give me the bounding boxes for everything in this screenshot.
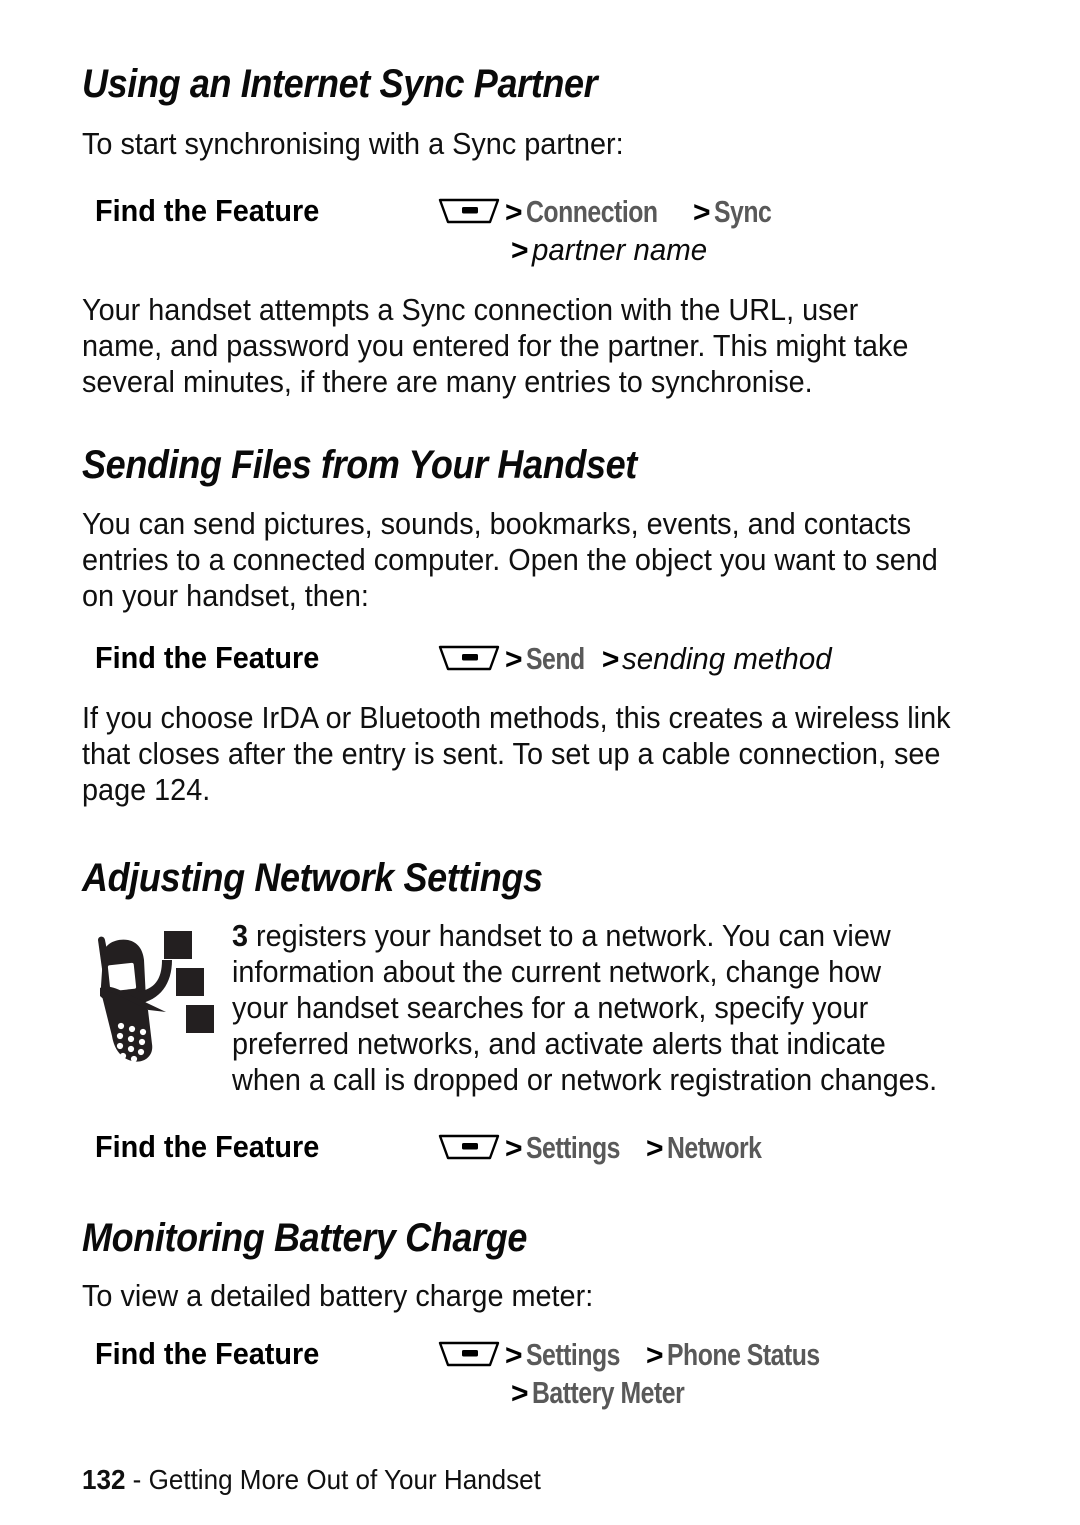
- network-brand-lead: 3: [232, 918, 249, 953]
- menu-item-settings: Settings: [525, 1130, 620, 1165]
- menu-separator: >: [511, 234, 529, 267]
- menu-path-line-1: >Settings >Network: [438, 1129, 785, 1168]
- section-body-sending-files: If you choose IrDA or Bluetooth methods,…: [82, 700, 951, 807]
- menu-item-settings: Settings: [525, 1337, 620, 1372]
- network-handset-icon: [76, 918, 224, 1066]
- section-intro-using-internet-sync-partner: To start synchronising with a Sync partn…: [82, 126, 624, 161]
- menu-separator: >: [646, 1132, 664, 1165]
- menu-item-connection: Connection: [525, 194, 658, 229]
- menu-path-line-2: >Battery Meter: [508, 1374, 722, 1413]
- menu-item-sync: Sync: [713, 194, 772, 229]
- menu-item-battery-meter: Battery Meter: [531, 1375, 685, 1410]
- menu-item-send: Send: [525, 641, 585, 676]
- section-intro-monitoring-battery-charge: To view a detailed battery charge meter:: [82, 1278, 594, 1313]
- menu-separator: >: [505, 196, 523, 229]
- menu-key-icon: [438, 1132, 500, 1162]
- menu-separator: >: [693, 196, 711, 229]
- menu-path-line-1: >Settings >Phone Status: [438, 1336, 857, 1375]
- menu-separator: >: [601, 643, 620, 676]
- menu-key-icon: [438, 643, 500, 673]
- menu-separator: >: [505, 643, 523, 676]
- menu-placeholder-partner-name: partner name: [531, 232, 707, 267]
- section-body-adjusting-network-settings: 3 registers your handset to a network. Y…: [232, 918, 939, 1098]
- page-footer: 132 - Getting More Out of Your Handset: [82, 1464, 541, 1496]
- menu-placeholder-sending-method: sending method: [622, 641, 833, 676]
- menu-separator: >: [505, 1339, 523, 1372]
- menu-separator: >: [505, 1132, 523, 1165]
- section-heading-adjusting-network-settings: Adjusting Network Settings: [82, 856, 543, 900]
- menu-path-line-1: >Connection >Sync: [438, 193, 785, 232]
- menu-separator: >: [646, 1339, 664, 1372]
- footer-separator: -: [125, 1464, 149, 1495]
- menu-item-network: Network: [666, 1130, 762, 1165]
- find-the-feature-label: Find the Feature: [95, 1336, 320, 1371]
- menu-path-line-1: >Send >sending method: [438, 640, 843, 679]
- section-body-using-internet-sync-partner: Your handset attempts a Sync connection …: [82, 292, 909, 399]
- find-the-feature-label: Find the Feature: [95, 193, 320, 228]
- section-heading-monitoring-battery-charge: Monitoring Battery Charge: [82, 1216, 528, 1260]
- find-the-feature-label: Find the Feature: [95, 1129, 320, 1164]
- find-the-feature-label: Find the Feature: [95, 640, 320, 675]
- manual-page: Using an Internet Sync Partner To start …: [0, 0, 1080, 1525]
- menu-item-phone-status: Phone Status: [666, 1337, 820, 1372]
- network-body-rest: registers your handset to a network. You…: [232, 918, 938, 1097]
- section-heading-using-internet-sync-partner: Using an Internet Sync Partner: [82, 62, 598, 106]
- footer-chapter-title: Getting More Out of Your Handset: [148, 1464, 541, 1495]
- section-intro-sending-files: You can send pictures, sounds, bookmarks…: [82, 506, 938, 613]
- page-number: 132: [82, 1464, 126, 1495]
- menu-path-line-2: >partner name: [508, 231, 716, 270]
- menu-key-icon: [438, 196, 500, 226]
- menu-key-icon: [438, 1339, 500, 1369]
- section-heading-sending-files: Sending Files from Your Handset: [82, 443, 637, 487]
- menu-separator: >: [511, 1377, 529, 1410]
